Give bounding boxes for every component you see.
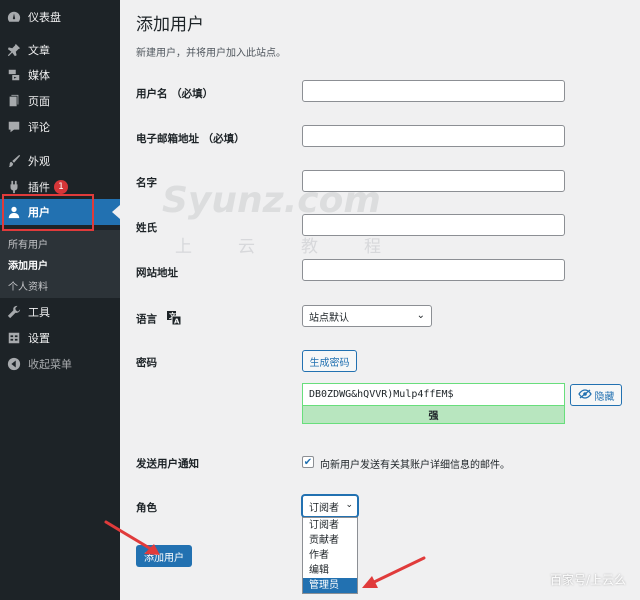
footer-watermark: 百家号/上云么 [549, 573, 626, 587]
sidebar-item-label: 文章 [28, 44, 50, 57]
plugin-update-badge: 1 [54, 180, 68, 194]
email-label: 电子邮箱地址 （必填） [136, 133, 245, 145]
username-label: 用户名 （必填） [136, 88, 214, 100]
password-input[interactable]: DB0ZDWG&hQVVR)Mulp4ffEM$ [302, 383, 565, 405]
language-label: 语言 [136, 313, 157, 326]
role-label: 角色 [136, 502, 157, 514]
settings-icon [6, 330, 22, 346]
sidebar-item-label: 工具 [28, 306, 50, 319]
submenu-profile[interactable]: 个人资料 [8, 278, 48, 293]
role-option-subscriber[interactable]: 订阅者 [303, 518, 357, 533]
wrench-icon [6, 304, 22, 320]
collapse-icon [6, 356, 22, 372]
add-user-button[interactable]: 添加用户 [136, 545, 192, 567]
media-icon [6, 67, 22, 83]
sidebar-item-label: 评论 [28, 121, 50, 134]
page-description: 新建用户，并将用户加入此站点。 [136, 48, 286, 59]
plugin-icon [6, 179, 22, 195]
sidebar-item-label: 插件 [28, 181, 50, 194]
sidebar-collapse-menu[interactable]: 收起菜单 [0, 351, 120, 377]
sidebar-item-comments[interactable]: 评论 [0, 114, 120, 140]
sidebar-item-label: 页面 [28, 95, 50, 108]
lastname-input[interactable] [302, 214, 565, 236]
sidebar-item-plugins[interactable]: 插件 1 [0, 174, 120, 200]
sidebar-item-users[interactable]: 用户 [0, 199, 120, 225]
username-input[interactable] [302, 80, 565, 102]
sidebar-item-dashboard[interactable]: 仪表盘 [0, 4, 120, 30]
admin-sidebar: 仪表盘 文章 媒体 页面 评论 外观 插件 1 用户 所有用户 添加用户 个人资… [0, 0, 120, 600]
sidebar-item-pages[interactable]: 页面 [0, 88, 120, 114]
sidebar-item-label: 设置 [28, 332, 50, 345]
firstname-label: 名字 [136, 177, 157, 189]
main-content: 添加用户 新建用户，并将用户加入此站点。 用户名 （必填） 电子邮箱地址 （必填… [104, 0, 640, 600]
sidebar-item-label: 用户 [28, 206, 50, 219]
language-select-value: 站点默认 [309, 312, 349, 324]
role-option-contributor[interactable]: 贡献者 [303, 533, 357, 548]
chevron-down-icon: ⌄ [345, 500, 353, 510]
chevron-down-icon: ⌄ [416, 310, 425, 321]
website-label: 网站地址 [136, 267, 178, 279]
sidebar-item-media[interactable]: 媒体 [0, 62, 120, 88]
role-dropdown-list: 订阅者 贡献者 作者 编辑 管理员 [302, 517, 358, 594]
dashboard-icon [6, 9, 22, 25]
sidebar-item-label: 仪表盘 [28, 11, 61, 24]
sidebar-item-label: 收起菜单 [28, 358, 72, 371]
brush-icon [6, 153, 22, 169]
role-option-administrator[interactable]: 管理员 [303, 578, 357, 593]
generate-password-button[interactable]: 生成密码 [302, 350, 357, 372]
annotation-arrow-admin [362, 556, 426, 588]
sidebar-item-label: 外观 [28, 155, 50, 168]
notify-text: 向新用户发送有关其账户详细信息的邮件。 [320, 460, 510, 471]
page-title: 添加用户 [136, 15, 204, 35]
user-icon [6, 204, 22, 220]
hide-password-button[interactable]: 隐藏 [570, 384, 622, 406]
role-select-value: 订阅者 [309, 502, 339, 514]
eye-slash-icon [577, 388, 592, 402]
notify-checkbox[interactable]: ✔ [302, 456, 314, 468]
users-submenu: 所有用户 添加用户 个人资料 [0, 230, 120, 298]
hide-label: 隐藏 [594, 391, 615, 403]
translation-icon: 文A [166, 311, 182, 328]
password-strength-meter: 强 [302, 405, 565, 424]
language-label-row: 语言 文A [136, 311, 182, 328]
role-option-author[interactable]: 作者 [303, 548, 357, 563]
submenu-add-user[interactable]: 添加用户 [8, 257, 48, 272]
sidebar-item-posts[interactable]: 文章 [0, 37, 120, 63]
sidebar-item-tools[interactable]: 工具 [0, 299, 120, 325]
role-option-editor[interactable]: 编辑 [303, 563, 357, 578]
checkmark-icon: ✔ [303, 456, 313, 468]
submenu-all-users[interactable]: 所有用户 [8, 236, 48, 251]
password-label: 密码 [136, 357, 157, 369]
notify-label: 发送用户通知 [136, 458, 199, 470]
sidebar-item-appearance[interactable]: 外观 [0, 148, 120, 174]
role-select[interactable]: 订阅者 ⌄ [302, 495, 358, 517]
svg-text:A: A [174, 318, 180, 326]
language-select[interactable]: 站点默认 ⌄ [302, 305, 432, 327]
sidebar-item-label: 媒体 [28, 69, 50, 82]
website-input[interactable] [302, 259, 565, 281]
firstname-input[interactable] [302, 170, 565, 192]
lastname-label: 姓氏 [136, 222, 157, 234]
email-input[interactable] [302, 125, 565, 147]
pin-icon [6, 42, 22, 58]
comment-icon [6, 119, 22, 135]
page-icon [6, 93, 22, 109]
sidebar-item-settings[interactable]: 设置 [0, 325, 120, 351]
